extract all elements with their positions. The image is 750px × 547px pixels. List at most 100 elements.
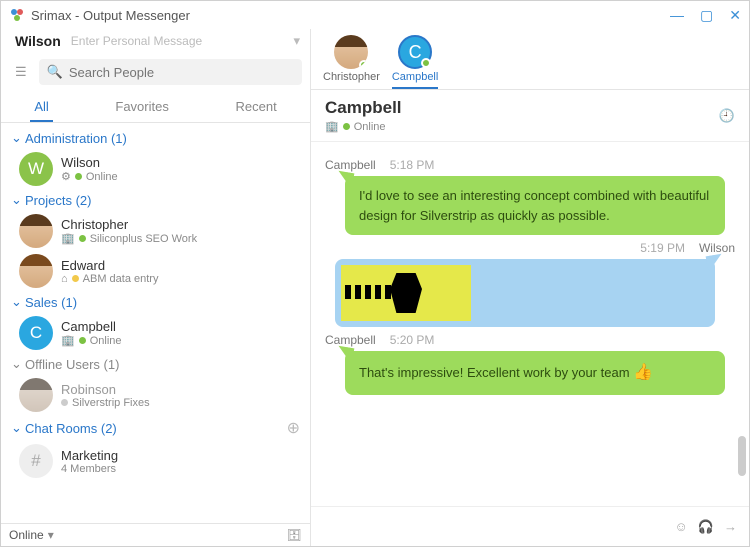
send-icon[interactable]: → — [724, 519, 737, 534]
contact-name: Robinson — [61, 382, 150, 397]
chevron-down-icon: ⌄ — [11, 192, 25, 208]
contact-christopher[interactable]: Christopher🏢Siliconplus SEO Work — [1, 211, 310, 251]
tab-favorites[interactable]: Favorites — [111, 93, 172, 122]
menu-icon[interactable]: ☰ — [9, 60, 33, 84]
close-button[interactable]: ✕ — [729, 7, 741, 24]
group-label: Administration (1) — [25, 131, 127, 146]
message-time: 5:19 PM — [640, 241, 685, 255]
maximize-button[interactable]: ▢ — [700, 7, 713, 24]
chevron-down-icon: ⌄ — [11, 420, 25, 436]
chat-tab-campbell[interactable]: C Campbell — [392, 35, 438, 89]
status-dot — [75, 173, 82, 180]
presence-dot — [421, 58, 431, 68]
message-meta: 5:19 PM Wilson — [325, 241, 735, 255]
message-sender: Campbell — [325, 158, 376, 172]
room-icon: # — [19, 444, 53, 478]
building-icon: 🏢 — [325, 120, 339, 133]
chat-tab-christopher[interactable]: Christopher — [323, 35, 380, 89]
add-room-icon[interactable]: ⊕ — [287, 418, 300, 438]
group-chat-rooms[interactable]: ⌄Chat Rooms (2) ⊕ — [1, 415, 310, 441]
group-projects[interactable]: ⌄Projects (2) — [1, 189, 310, 211]
group-label: Projects (2) — [25, 193, 91, 208]
avatar: W — [19, 152, 53, 186]
tab-recent[interactable]: Recent — [231, 93, 280, 122]
message-time: 5:18 PM — [390, 158, 435, 172]
group-label: Chat Rooms (2) — [25, 421, 117, 436]
search-box[interactable]: 🔍 — [39, 59, 302, 85]
message-bubble-incoming: I'd love to see an interesting concept c… — [345, 176, 725, 235]
sidebar: Wilson Enter Personal Message ▾ ☰ 🔍 All … — [1, 29, 311, 546]
group-label: Sales (1) — [25, 295, 77, 310]
chevron-down-icon[interactable]: ▾ — [293, 33, 300, 49]
minimize-button[interactable]: — — [670, 7, 684, 24]
chat-status: Online — [354, 121, 386, 133]
emoji-icon[interactable]: ☺ — [675, 519, 688, 534]
avatar — [19, 254, 53, 288]
room-marketing[interactable]: # Marketing4 Members — [1, 441, 310, 481]
app-logo-icon — [9, 7, 25, 23]
personal-message-input[interactable]: Enter Personal Message — [71, 34, 294, 48]
message-list[interactable]: Campbell 5:18 PM I'd love to see an inter… — [311, 142, 749, 506]
status-dot — [343, 123, 350, 130]
chat-header: Campbell 🏢 Online 🕘 — [311, 90, 749, 142]
chat-tab-label: Campbell — [392, 71, 438, 83]
tab-all[interactable]: All — [30, 93, 52, 122]
contact-status: Online — [90, 335, 122, 347]
status-text: Online — [9, 528, 44, 542]
chat-tabs: Christopher C Campbell — [311, 29, 749, 90]
group-label: Offline Users (1) — [25, 357, 119, 372]
contact-edward[interactable]: Edward⌂ ABM data entry — [1, 251, 310, 291]
presence-dot — [359, 60, 368, 69]
message-bubble-incoming: That's impressive! Excellent work by you… — [345, 351, 725, 395]
avatar: C — [19, 316, 53, 350]
contact-campbell[interactable]: C Campbell🏢 Online — [1, 313, 310, 353]
message-input-bar[interactable]: ☺ 🎧 → — [311, 506, 749, 546]
building-icon: ⚙ — [61, 170, 71, 183]
building-icon: 🏢 — [61, 334, 75, 347]
contact-robinson[interactable]: RobinsonSilverstrip Fixes — [1, 375, 310, 415]
chevron-down-icon: ⌄ — [11, 356, 25, 372]
chevron-down-icon: ⌄ — [11, 130, 25, 146]
avatar — [19, 214, 53, 248]
history-icon[interactable]: 🕘 — [719, 108, 735, 124]
avatar — [19, 378, 53, 412]
sidebar-tabs: All Favorites Recent — [1, 93, 310, 123]
search-icon: 🔍 — [47, 64, 63, 80]
status-dot — [72, 275, 79, 282]
contact-status: Online — [86, 171, 118, 183]
profile-row[interactable]: Wilson Enter Personal Message ▾ — [1, 29, 310, 55]
group-offline[interactable]: ⌄Offline Users (1) — [1, 353, 310, 375]
home-icon: ⌂ — [61, 273, 68, 285]
status-bar[interactable]: Online ▾ 🗄 — [1, 523, 310, 546]
contact-status: ABM data entry — [83, 273, 159, 285]
message-bubble-outgoing[interactable] — [335, 259, 715, 327]
avatar: C — [398, 35, 432, 69]
chevron-down-icon[interactable]: ▾ — [48, 528, 54, 542]
titlebar: Srimax - Output Messenger — ▢ ✕ — [1, 1, 749, 29]
headset-icon[interactable]: 🎧 — [698, 519, 714, 535]
group-sales[interactable]: ⌄Sales (1) — [1, 291, 310, 313]
contact-status: Silverstrip Fixes — [72, 397, 150, 409]
chevron-down-icon: ⌄ — [11, 294, 25, 310]
contact-name: Campbell — [61, 319, 122, 334]
contact-name: Edward — [61, 258, 158, 273]
status-dot — [61, 399, 68, 406]
group-administration[interactable]: ⌄Administration (1) — [1, 127, 310, 149]
message-sender: Wilson — [699, 241, 735, 255]
room-members: 4 Members — [61, 463, 116, 475]
building-icon: 🏢 — [61, 232, 75, 245]
server-icon[interactable]: 🗄 — [287, 528, 302, 542]
message-meta: Campbell5:20 PM — [325, 333, 735, 347]
chat-panel: Christopher C Campbell Campbell 🏢 Online … — [311, 29, 749, 546]
message-sender: Campbell — [325, 333, 376, 347]
current-user-name: Wilson — [15, 33, 61, 49]
status-dot — [79, 337, 86, 344]
contact-wilson[interactable]: W Wilson⚙Online — [1, 149, 310, 189]
scrollbar[interactable] — [737, 142, 747, 506]
scrollbar-thumb[interactable] — [738, 436, 746, 476]
search-input[interactable] — [69, 65, 294, 80]
message-meta: Campbell 5:18 PM — [325, 158, 735, 172]
image-attachment[interactable] — [341, 265, 471, 321]
chat-title: Campbell — [325, 98, 402, 118]
message-text: That's impressive! Excellent work by you… — [359, 365, 633, 380]
